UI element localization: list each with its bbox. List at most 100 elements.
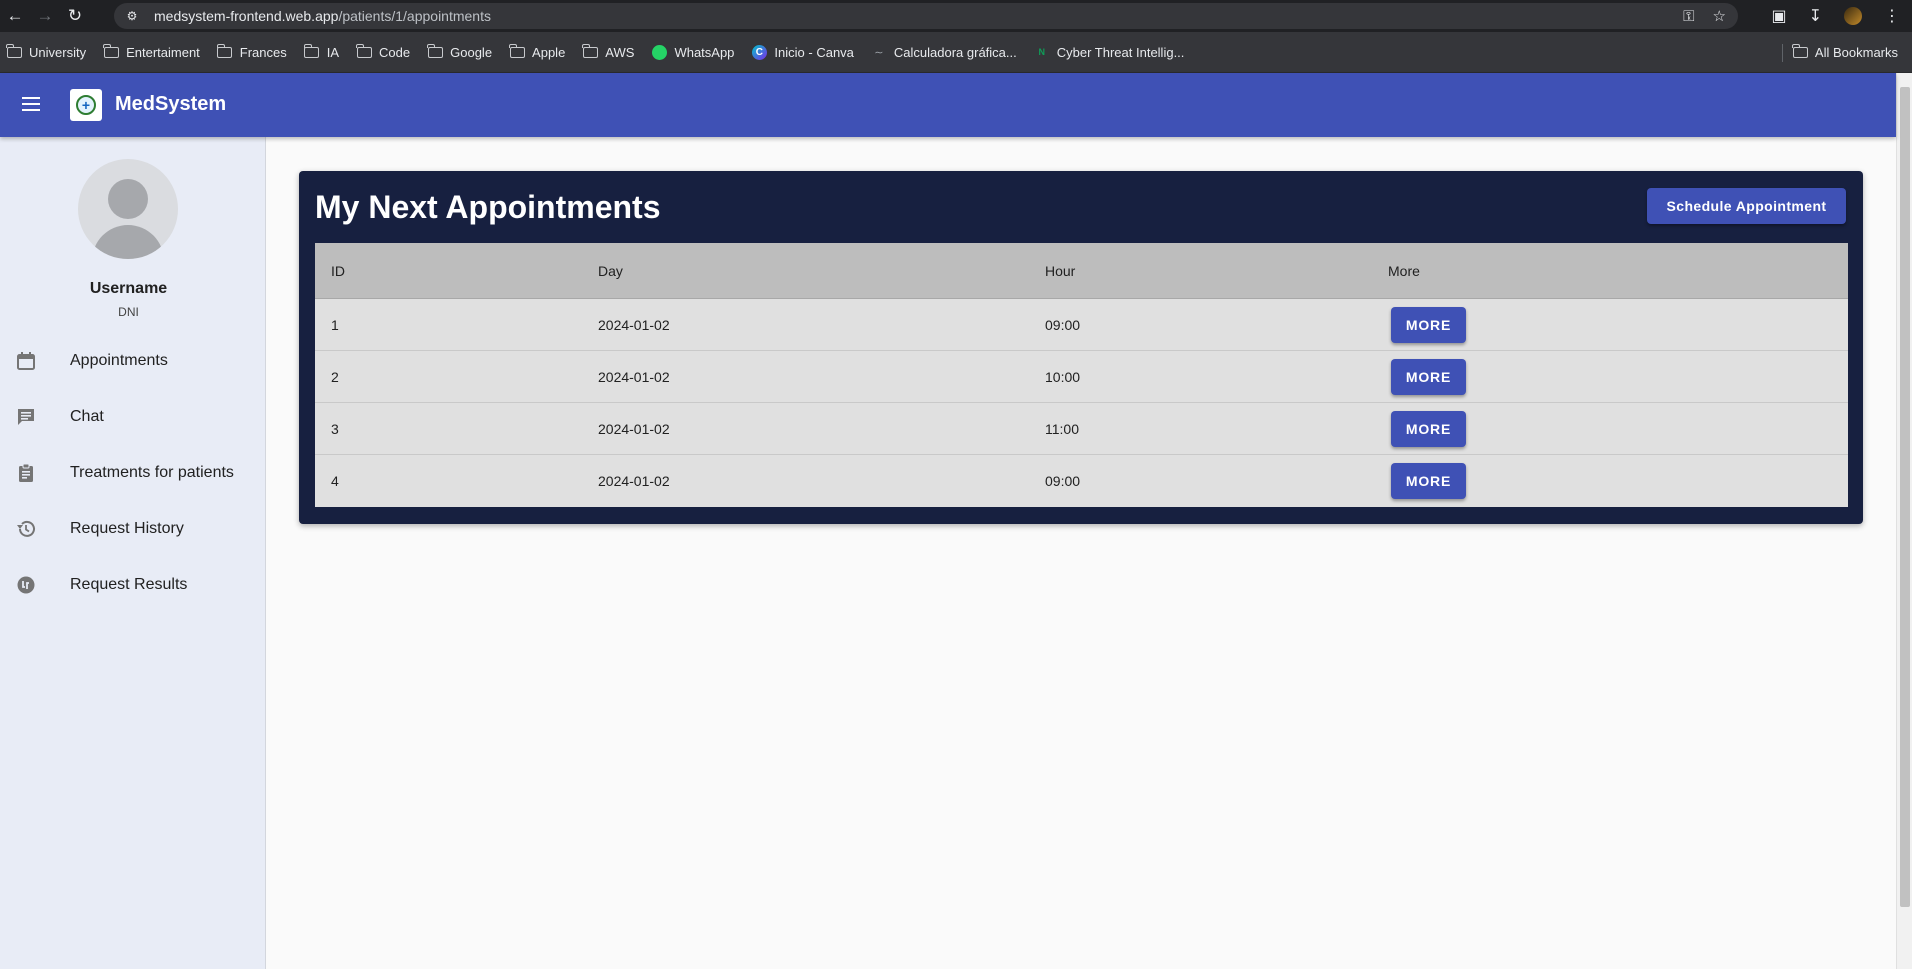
sidebar-item-treatments[interactable]: Treatments for patients bbox=[0, 451, 266, 495]
sidebar: Username DNI Appointments Chat Treatment… bbox=[0, 137, 266, 969]
url-path: /patients/1/appointments bbox=[338, 8, 491, 24]
main-content: My Next Appointments Schedule Appointmen… bbox=[267, 137, 1896, 969]
url-host: medsystem-frontend.web.app bbox=[154, 8, 339, 24]
scrollbar-thumb[interactable] bbox=[1900, 87, 1910, 907]
table-row: 4 2024-01-02 09:00 MORE bbox=[315, 455, 1848, 507]
download-icon[interactable]: ↧ bbox=[1809, 6, 1822, 26]
extensions-icon[interactable]: ▣ bbox=[1771, 6, 1786, 26]
cell-day: 2024-01-02 bbox=[598, 420, 670, 437]
sidebar-item-request-history[interactable]: Request History bbox=[0, 507, 266, 551]
column-header-more: More bbox=[1388, 262, 1420, 279]
column-header-hour: Hour bbox=[1045, 262, 1076, 279]
more-button[interactable]: MORE bbox=[1391, 306, 1466, 343]
whatsapp-icon bbox=[651, 44, 667, 60]
bookmark-folder-google[interactable]: Google bbox=[427, 43, 493, 60]
site-settings-icon[interactable]: ⚙ bbox=[124, 8, 140, 24]
cell-hour: 11:00 bbox=[1045, 420, 1079, 437]
bookmark-calculadora[interactable]: ∼ Calculadora gráfica... bbox=[871, 44, 1017, 60]
chat-icon bbox=[15, 406, 37, 428]
cell-day: 2024-01-02 bbox=[598, 473, 670, 489]
bookmark-canva[interactable]: C Inicio - Canva bbox=[751, 44, 854, 60]
sidebar-item-label: Treatments for patients bbox=[70, 464, 234, 481]
more-button[interactable]: MORE bbox=[1391, 358, 1466, 395]
browser-menu-icon[interactable]: ⋮ bbox=[1884, 6, 1900, 26]
app-brand: MedSystem bbox=[115, 93, 227, 115]
bookmark-whatsapp[interactable]: WhatsApp bbox=[651, 44, 735, 60]
sidebar-item-label: Chat bbox=[70, 408, 104, 425]
bookmark-label: Frances bbox=[239, 44, 287, 60]
clipboard-icon bbox=[15, 462, 37, 484]
folder-icon bbox=[356, 43, 372, 58]
sidebar-item-chat[interactable]: Chat bbox=[0, 395, 266, 439]
reload-icon[interactable]: ↻ bbox=[60, 0, 90, 32]
cell-id: 4 bbox=[331, 473, 339, 489]
cell-hour: 10:00 bbox=[1045, 368, 1081, 385]
folder-icon bbox=[427, 43, 443, 58]
results-icon bbox=[15, 574, 37, 596]
address-bar[interactable]: ⚙ medsystem-frontend.web.app/patients/1/… bbox=[114, 3, 1738, 29]
appointments-card: My Next Appointments Schedule Appointmen… bbox=[299, 171, 1863, 524]
bookmark-label: AWS bbox=[605, 44, 635, 60]
page-title: My Next Appointments bbox=[315, 189, 661, 225]
appointments-table: ID Day Hour More 1 2024-01-02 09:00 MORE… bbox=[315, 243, 1848, 507]
schedule-appointment-button[interactable]: Schedule Appointment bbox=[1647, 188, 1846, 224]
page-scrollbar[interactable] bbox=[1896, 73, 1912, 969]
sidebar-item-label: Appointments bbox=[70, 352, 168, 369]
bookmark-label: University bbox=[29, 44, 87, 60]
app-root: + MedSystem Username DNI Appointments Ch… bbox=[0, 73, 1896, 969]
n-logo-icon: N bbox=[1038, 47, 1046, 57]
url-text: medsystem-frontend.web.app/patients/1/ap… bbox=[154, 8, 491, 24]
more-button[interactable]: MORE bbox=[1391, 463, 1466, 499]
all-bookmarks-button[interactable]: All Bookmarks bbox=[1792, 32, 1898, 73]
column-header-id: ID bbox=[331, 262, 345, 279]
table-row: 2 2024-01-02 10:00 MORE bbox=[315, 351, 1848, 403]
table-header: ID Day Hour More bbox=[315, 243, 1848, 299]
profile-avatar[interactable] bbox=[1844, 7, 1862, 25]
bookmark-cyber-threat[interactable]: N Cyber Threat Intellig... bbox=[1034, 45, 1185, 60]
app-toolbar: + MedSystem bbox=[0, 73, 1896, 137]
more-button[interactable]: MORE bbox=[1391, 410, 1466, 447]
bookmark-label: WhatsApp bbox=[674, 44, 735, 60]
folder-icon bbox=[1792, 44, 1808, 58]
bookmark-folder-entertaiment[interactable]: Entertaiment bbox=[103, 43, 200, 60]
user-avatar-icon bbox=[78, 159, 178, 259]
sidebar-item-request-results[interactable]: Request Results bbox=[0, 563, 266, 607]
cell-id: 1 bbox=[331, 316, 339, 333]
bookmark-label: Code bbox=[379, 44, 411, 60]
cell-hour: 09:00 bbox=[1045, 316, 1081, 333]
table-row: 3 2024-01-02 11:00 MORE bbox=[315, 403, 1848, 455]
folder-icon bbox=[582, 43, 598, 58]
password-key-icon[interactable]: ⚿ bbox=[1683, 8, 1694, 25]
bookmark-folder-frances[interactable]: Frances bbox=[216, 43, 287, 60]
bookmark-label: IA bbox=[326, 44, 340, 60]
sidebar-item-appointments[interactable]: Appointments bbox=[0, 339, 266, 383]
cell-day: 2024-01-02 bbox=[598, 368, 670, 385]
cell-id: 2 bbox=[331, 368, 339, 385]
bookmark-folder-code[interactable]: Code bbox=[356, 43, 411, 60]
bookmarks-divider bbox=[1782, 44, 1783, 62]
bookmark-label: Inicio - Canva bbox=[774, 44, 854, 60]
all-bookmarks-label: All Bookmarks bbox=[1814, 45, 1898, 60]
cell-hour: 09:00 bbox=[1045, 473, 1081, 489]
bookmark-folder-aws[interactable]: AWS bbox=[582, 43, 635, 60]
bookmark-label: Apple bbox=[532, 44, 566, 60]
browser-toolbar: ← → ↻ ⚙ medsystem-frontend.web.app/patie… bbox=[0, 0, 1912, 32]
cell-day: 2024-01-02 bbox=[598, 316, 670, 333]
username: Username bbox=[89, 280, 168, 297]
bookmark-folder-ia[interactable]: IA bbox=[303, 43, 340, 60]
bookmarks-bar: University Entertaiment Frances IA Code … bbox=[0, 32, 1912, 73]
bookmark-folder-university[interactable]: University bbox=[6, 43, 87, 60]
folder-icon bbox=[303, 43, 320, 58]
forward-icon[interactable]: → bbox=[30, 0, 60, 32]
calendar-icon bbox=[15, 350, 37, 372]
medsystem-logo-icon: + bbox=[70, 89, 102, 121]
bookmark-label: Google bbox=[450, 44, 493, 60]
cell-id: 3 bbox=[331, 420, 339, 437]
table-row: 1 2024-01-02 09:00 MORE bbox=[315, 299, 1848, 351]
bookmark-folder-apple[interactable]: Apple bbox=[509, 43, 566, 60]
menu-icon[interactable] bbox=[22, 97, 40, 111]
bookmark-label: Calculadora gráfica... bbox=[893, 44, 1017, 60]
bookmark-star-icon[interactable]: ☆ bbox=[1713, 7, 1726, 25]
back-icon[interactable]: ← bbox=[0, 0, 30, 32]
bookmark-label: Cyber Threat Intellig... bbox=[1056, 44, 1185, 60]
